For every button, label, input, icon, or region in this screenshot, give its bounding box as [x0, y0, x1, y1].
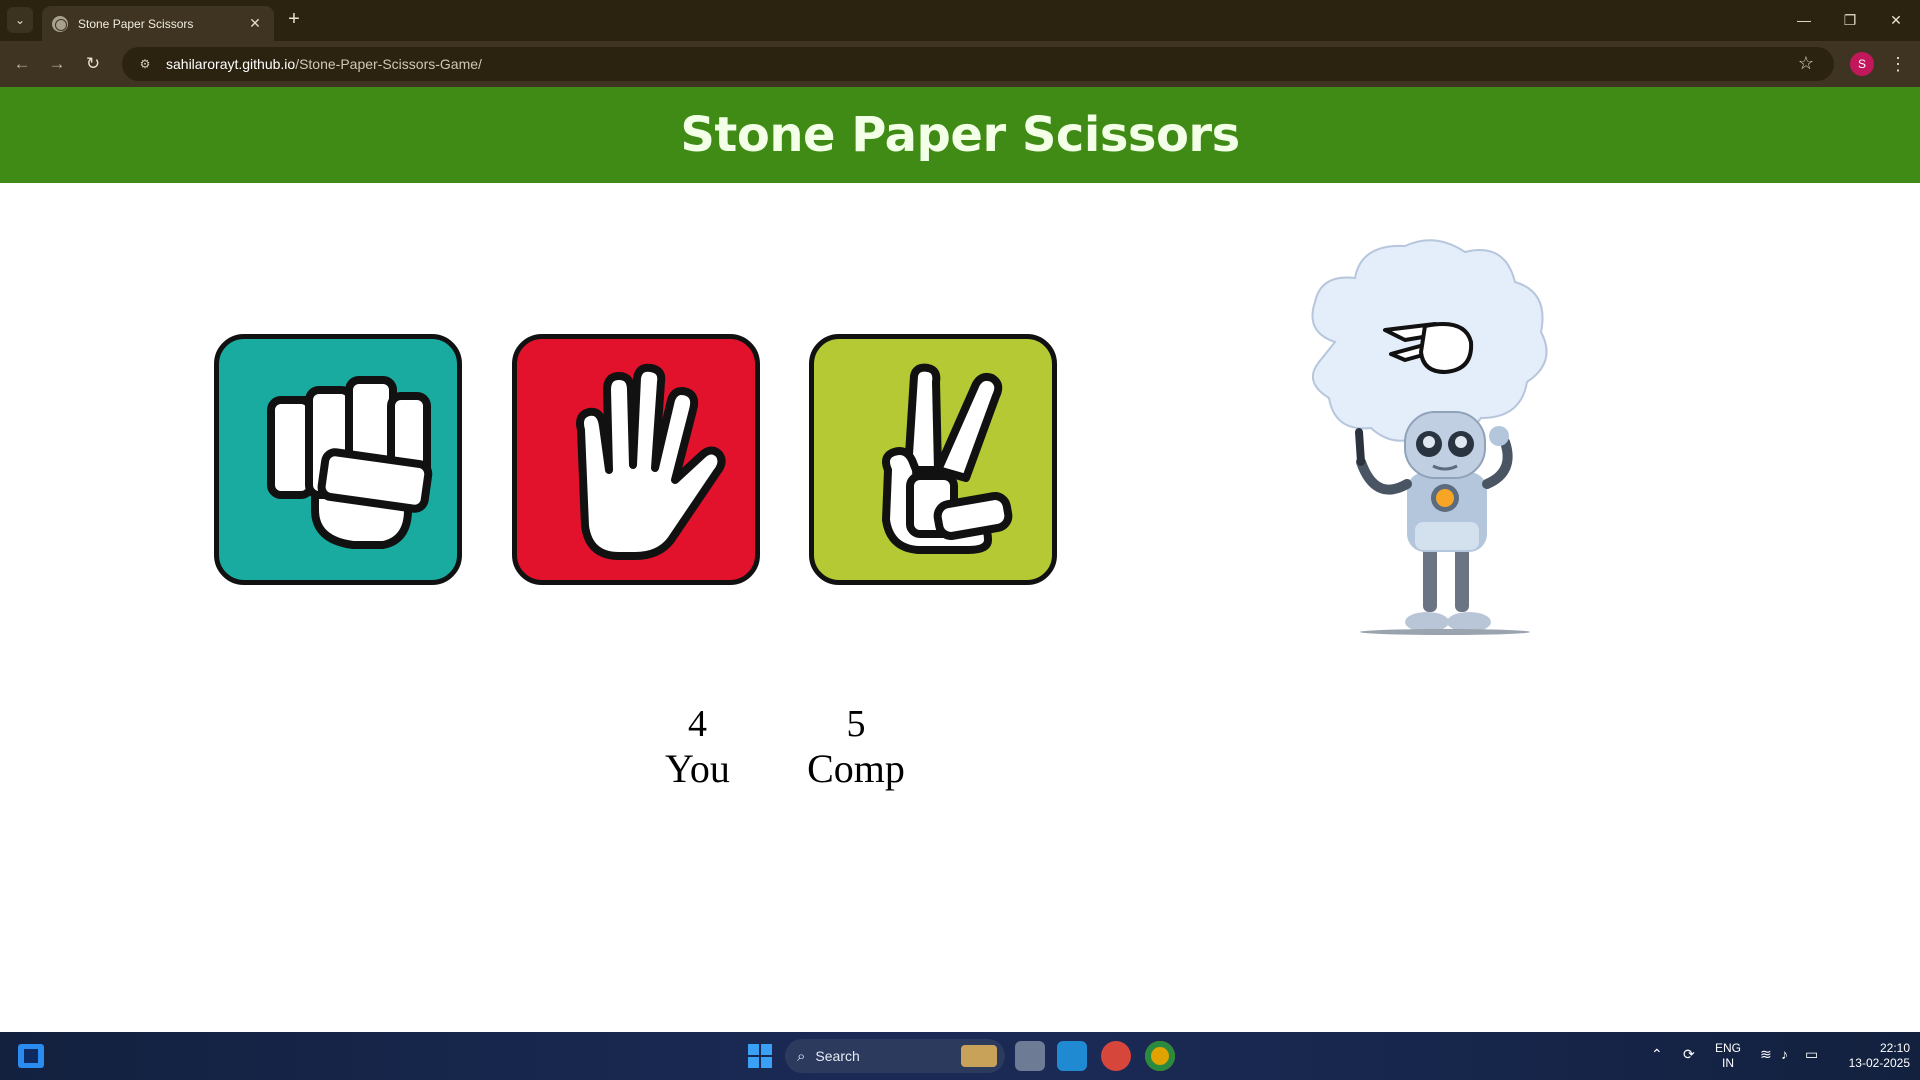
- clock[interactable]: 22:10 13-02-2025: [1832, 1041, 1910, 1071]
- choice-scissors[interactable]: [809, 334, 1057, 585]
- close-window-button[interactable]: ✕: [1881, 8, 1911, 32]
- rock-hand-icon: [267, 375, 433, 549]
- robot-illustration: [1311, 239, 1548, 635]
- user-score-value: 4: [688, 703, 707, 745]
- vscode-icon[interactable]: [1057, 1041, 1087, 1071]
- chrome-profile-icon[interactable]: [1145, 1041, 1175, 1071]
- tab-search-button[interactable]: ⌄: [7, 7, 33, 33]
- user-score: 4 You: [655, 702, 740, 792]
- reload-icon[interactable]: ↻: [80, 51, 106, 77]
- clock-date: 13-02-2025: [1848, 1056, 1910, 1070]
- user-score-label: You: [665, 746, 730, 791]
- forward-icon[interactable]: →: [44, 51, 70, 77]
- page-header: Stone Paper Scissors: [0, 87, 1920, 183]
- tray-chevron-icon[interactable]: ⌃: [1651, 1046, 1663, 1063]
- taskbar-search-label: Search: [815, 1048, 860, 1064]
- widgets-icon[interactable]: [18, 1044, 44, 1068]
- browser-toolbar: ← → ↻ ⚙ sahilarorayt.github.io/Stone-Pap…: [0, 41, 1920, 87]
- url-path: /Stone-Paper-Scissors-Game/: [295, 56, 482, 72]
- browser-menu-icon[interactable]: ⋮: [1886, 51, 1910, 77]
- chrome-icon[interactable]: [1101, 1041, 1131, 1071]
- site-info-icon[interactable]: ⚙: [136, 55, 154, 73]
- update-icon[interactable]: ⟳: [1683, 1046, 1695, 1063]
- task-view-icon[interactable]: [1015, 1041, 1045, 1071]
- wifi-icon[interactable]: ≋: [1760, 1046, 1772, 1063]
- choice-rock[interactable]: [214, 334, 462, 585]
- taskbar: ⌕ Search ⌃ ⟳ ENG IN ≋ ♪ ▭ 22:10 13-02-20…: [0, 1032, 1920, 1080]
- profile-avatar[interactable]: S: [1850, 52, 1874, 76]
- browser-tab[interactable]: Stone Paper Scissors ✕: [42, 6, 274, 41]
- close-tab-icon[interactable]: ✕: [246, 15, 264, 32]
- minimize-button[interactable]: —: [1789, 8, 1819, 32]
- region-code: IN: [1722, 1056, 1734, 1070]
- taskbar-search[interactable]: ⌕ Search: [785, 1039, 1005, 1073]
- search-icon: ⌕: [797, 1047, 806, 1065]
- restore-button[interactable]: ❐: [1835, 8, 1865, 32]
- url-host: sahilarorayt.github.io: [166, 56, 296, 72]
- volume-icon[interactable]: ♪: [1781, 1046, 1788, 1062]
- address-bar[interactable]: ⚙ sahilarorayt.github.io/Stone-Paper-Sci…: [122, 47, 1834, 81]
- comp-score-label: Comp: [807, 746, 905, 791]
- computer-robot: [1295, 222, 1575, 702]
- comp-score-value: 5: [846, 703, 866, 745]
- page-title: Stone Paper Scissors: [680, 107, 1240, 163]
- scissors-hand-icon: [882, 363, 1013, 554]
- back-icon[interactable]: ←: [9, 51, 35, 77]
- comp-score: 5 Comp: [800, 702, 912, 792]
- game-page: Stone Paper Scissors 4 You 5 Comp: [0, 87, 1920, 1032]
- browser-tab-bar: ⌄ Stone Paper Scissors ✕ + — ❐ ✕: [0, 0, 1920, 41]
- choice-paper[interactable]: [512, 334, 760, 585]
- language-indicator[interactable]: ENG IN: [1710, 1041, 1746, 1071]
- bookmark-star-icon[interactable]: ☆: [1798, 53, 1814, 74]
- globe-icon: [52, 15, 68, 32]
- battery-icon[interactable]: ▭: [1805, 1046, 1818, 1063]
- tab-title: Stone Paper Scissors: [78, 16, 194, 31]
- language-code: ENG: [1714, 1041, 1741, 1055]
- paper-hand-icon: [576, 363, 726, 560]
- clock-time: 22:10: [1879, 1041, 1910, 1055]
- new-tab-button[interactable]: +: [282, 8, 306, 32]
- search-highlight-icon: [961, 1045, 997, 1067]
- start-button[interactable]: [748, 1044, 772, 1068]
